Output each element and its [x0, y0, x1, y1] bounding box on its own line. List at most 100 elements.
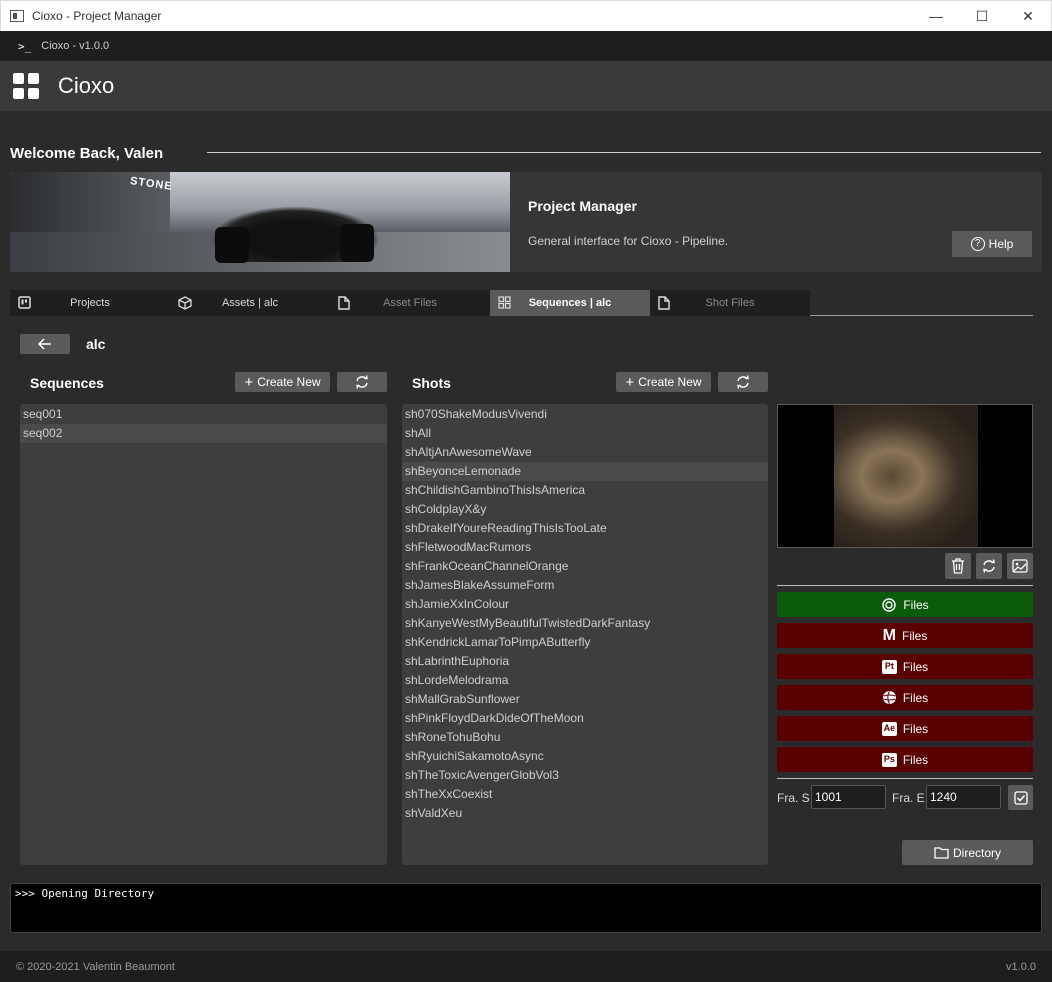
frame-end-label: Fra. E	[892, 791, 925, 805]
photoshop-files-button[interactable]: Ps Files	[777, 747, 1033, 772]
close-window-button[interactable]: ✕	[1005, 1, 1051, 31]
create-label: Create New	[257, 375, 321, 389]
list-item[interactable]: shKendrickLamarToPimpAButterfly	[402, 633, 768, 652]
divider	[207, 152, 1041, 153]
sequences-list: seq001 seq002	[20, 404, 387, 865]
list-item[interactable]: shLordeMelodrama	[402, 671, 768, 690]
set-image-button[interactable]	[1007, 553, 1033, 579]
list-item[interactable]: shDrakeIfYoureReadingThisIsTooLate	[402, 519, 768, 538]
checkbox-icon	[1013, 790, 1028, 805]
list-item[interactable]: shFletwoodMacRumors	[402, 538, 768, 557]
frame-end-input[interactable]: 1240	[926, 785, 1001, 809]
list-item[interactable]: sh070ShakeModusVivendi	[402, 405, 768, 424]
banner-image: STONE	[10, 172, 510, 272]
files-label: Files	[902, 690, 929, 705]
tab-sequences[interactable]: Sequences | alc	[490, 290, 650, 316]
divider	[777, 778, 1033, 779]
blender-files-button[interactable]: Files	[777, 685, 1033, 710]
welcome-heading: Welcome Back, Valen	[10, 145, 164, 162]
list-item[interactable]: shColdplayX&y	[402, 500, 768, 519]
maya-files-button[interactable]: M Files	[777, 623, 1033, 648]
cube-icon	[178, 296, 192, 313]
tab-bar: Projects Assets | alc Asset Files Sequen…	[10, 290, 810, 316]
trash-icon	[952, 558, 964, 574]
refresh-shots-button[interactable]	[718, 372, 768, 392]
refresh-icon	[737, 375, 749, 389]
files-label: Files	[902, 752, 929, 767]
question-icon: ?	[970, 237, 985, 251]
maximize-button[interactable]: ☐	[959, 1, 1005, 31]
list-item[interactable]: shTheToxicAvengerGlobVol3	[402, 766, 768, 785]
tab-assets[interactable]: Assets | alc	[170, 290, 330, 316]
list-item[interactable]: shPinkFloydDarkDideOfTheMoon	[402, 709, 768, 728]
tab-label: Shot Files	[705, 297, 755, 309]
file-icon	[338, 296, 350, 313]
list-item[interactable]: shJamesBlakeAssumeForm	[402, 576, 768, 595]
list-item[interactable]: shAltjAnAwesomeWave	[402, 443, 768, 462]
list-item[interactable]: shMallGrabSunflower	[402, 690, 768, 709]
list-item[interactable]: shRoneTohuBohu	[402, 728, 768, 747]
refresh-preview-button[interactable]	[976, 553, 1002, 579]
houdini-files-button[interactable]: Files	[777, 592, 1033, 617]
breadcrumb: alc	[86, 336, 106, 352]
console-output: >>> Opening Directory	[10, 883, 1042, 933]
photoshop-icon: Ps	[881, 752, 897, 767]
minimize-button[interactable]: —	[913, 1, 959, 31]
back-button[interactable]	[20, 334, 70, 354]
banner-title: Project Manager	[528, 198, 637, 214]
substance-painter-icon: Pt	[881, 659, 897, 674]
list-item[interactable]: shKanyeWestMyBeautifulTwistedDarkFantasy	[402, 614, 768, 633]
tab-label: Asset Files	[383, 297, 437, 309]
create-sequence-button[interactable]: + Create New	[235, 372, 330, 392]
banner-card: STONE Project Manager General interface …	[10, 172, 1042, 272]
files-label: Files	[902, 721, 929, 736]
list-item[interactable]: seq002	[20, 424, 387, 443]
board-icon	[18, 296, 31, 312]
app-window-icon	[10, 10, 24, 22]
folder-icon	[934, 847, 949, 859]
directory-button[interactable]: Directory	[902, 840, 1033, 865]
blender-icon	[882, 690, 896, 705]
shot-preview-image	[777, 404, 1033, 548]
tab-shot-files[interactable]: Shot Files	[650, 290, 810, 316]
list-item[interactable]: shFrankOceanChannelOrange	[402, 557, 768, 576]
tab-asset-files[interactable]: Asset Files	[330, 290, 490, 316]
window-title: Cioxo - Project Manager	[32, 9, 162, 23]
brand-title: Cioxo	[58, 73, 115, 98]
files-label: Files	[901, 628, 928, 643]
apply-frames-button[interactable]	[1008, 785, 1033, 810]
list-item[interactable]: shJamieXxInColour	[402, 595, 768, 614]
refresh-sequences-button[interactable]	[337, 372, 387, 392]
list-item[interactable]: shLabrinthEuphoria	[402, 652, 768, 671]
app-version-label: Cioxo - v1.0.0	[41, 40, 110, 52]
files-label: Files	[902, 659, 929, 674]
list-item[interactable]: shRyuichiSakamotoAsync	[402, 747, 768, 766]
app-grid-icon[interactable]	[13, 73, 39, 99]
list-item[interactable]: shTheXxCoexist	[402, 785, 768, 804]
list-item[interactable]: shValdXeu	[402, 804, 768, 823]
houdini-icon	[882, 597, 897, 612]
list-item[interactable]: shChildishGambinoThisIsAmerica	[402, 481, 768, 500]
after-effects-files-button[interactable]: Ae Files	[777, 716, 1033, 741]
shots-title: Shots	[412, 375, 451, 391]
substance-painter-files-button[interactable]: Pt Files	[777, 654, 1033, 679]
create-shot-button[interactable]: + Create New	[616, 372, 711, 392]
maya-icon: M	[882, 626, 896, 644]
tab-projects[interactable]: Projects	[10, 290, 170, 316]
copyright-text: © 2020-2021 Valentin Beaumont	[16, 960, 175, 973]
frame-start-input[interactable]: 1001	[811, 785, 886, 809]
plus-icon: +	[625, 373, 635, 391]
list-item[interactable]: shAll	[402, 424, 768, 443]
help-button[interactable]: ? Help	[952, 231, 1032, 257]
delete-preview-button[interactable]	[945, 553, 971, 579]
list-item[interactable]: seq001	[20, 405, 387, 424]
directory-label: Directory	[952, 845, 1001, 860]
banner-subtitle: General interface for Cioxo - Pipeline.	[528, 234, 729, 248]
shots-list: sh070ShakeModusVivendi shAll shAltjAnAweso…	[402, 404, 768, 865]
version-text: v1.0.0	[1006, 960, 1036, 973]
create-label: Create New	[638, 375, 702, 389]
file-icon	[658, 296, 670, 313]
list-item[interactable]: shBeyonceLemonade	[402, 462, 768, 481]
plus-icon: +	[244, 373, 254, 391]
footer: © 2020-2021 Valentin Beaumont v1.0.0	[0, 951, 1052, 982]
